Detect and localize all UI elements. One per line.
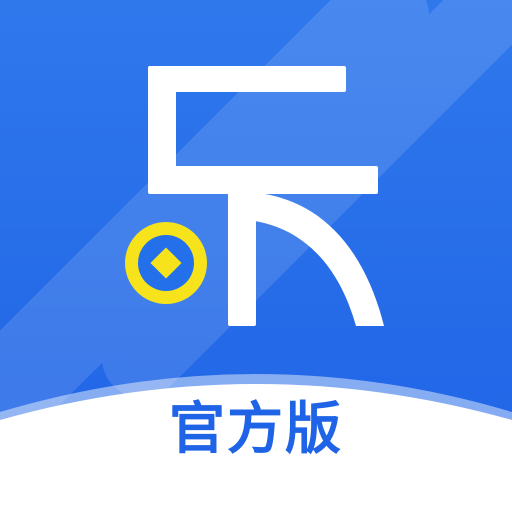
edition-label: 官方版 — [169, 397, 343, 462]
app-icon[interactable]: 官方版 — [0, 0, 512, 512]
